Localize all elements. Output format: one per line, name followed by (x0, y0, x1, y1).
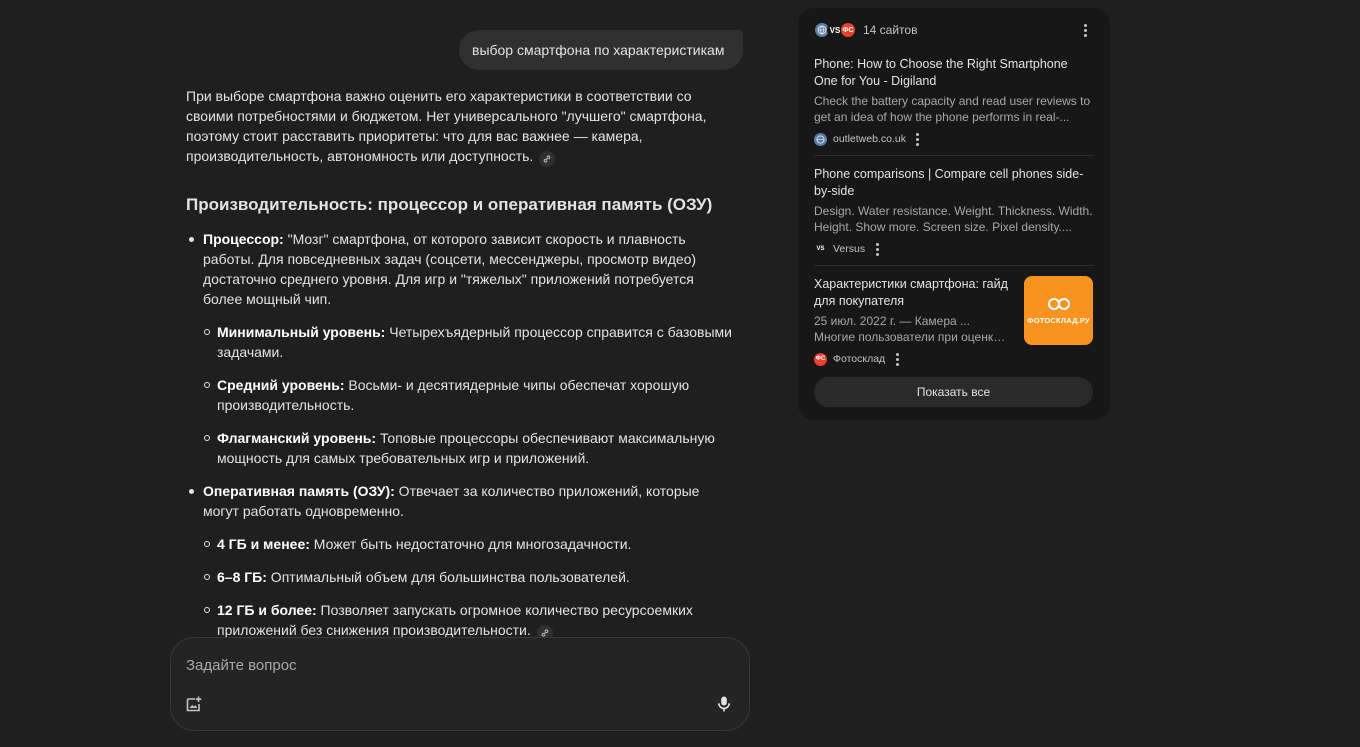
image-upload-button[interactable] (182, 692, 206, 716)
list-item: 6–8 ГБ: Оптимальный объем для большинств… (203, 567, 736, 587)
thumbnail-logo-text: ФОТОСКЛАД.РУ (1027, 315, 1090, 325)
sources-count: 14 сайтов (863, 23, 918, 37)
subitem-term: Флагманский уровень: (217, 430, 377, 446)
answer-body: При выборе смартфона важно оценить его х… (186, 86, 736, 654)
source-card[interactable]: Характеристики смартфона: гайд для покуп… (814, 276, 1094, 367)
sublist-processor: Минимальный уровень: Четырехъядерный про… (203, 322, 736, 468)
subitem-term: Минимальный уровень: (217, 324, 386, 340)
source-title[interactable]: Характеристики смартфона: гайд для покуп… (814, 276, 1009, 310)
add-image-icon (186, 696, 202, 712)
citation-link-icon[interactable] (539, 151, 556, 167)
ask-input[interactable] (186, 654, 706, 676)
microphone-button[interactable] (712, 692, 736, 716)
term-processor: Процессор: (203, 231, 284, 247)
source-domain: Фотосклад (833, 353, 886, 365)
source-meta: outletweb.co.uk (814, 131, 1094, 147)
sublist-ram: 4 ГБ и менее: Может быть недостаточно дл… (203, 534, 736, 641)
list-item-processor: Процессор: "Мозг" смартфона, от которого… (186, 229, 736, 468)
list-item: Минимальный уровень: Четырехъядерный про… (203, 322, 736, 362)
list-item-ram: Оперативная память (ОЗУ): Отвечает за ко… (186, 481, 736, 641)
source-card[interactable]: Phone: How to Choose the Right Smartphon… (814, 56, 1094, 147)
list-item: 12 ГБ и более: Позволяет запускать огром… (203, 600, 736, 641)
subitem-text: Может быть недостаточно для многозадачно… (309, 536, 632, 552)
answer-list: Процессор: "Мозг" смартфона, от которого… (186, 229, 736, 641)
more-options-icon[interactable] (912, 131, 924, 147)
source-snippet: Design. Water resistance. Weight. Thickn… (814, 204, 1093, 234)
list-item: 4 ГБ и менее: Может быть недостаточно дл… (203, 534, 736, 554)
source-meta: ФС Фотосклад (814, 351, 1094, 367)
subitem-term: 4 ГБ и менее: (217, 536, 310, 552)
fotosklad-logo-icon: ФС (814, 352, 827, 366)
source-favicons: VS ФС (814, 22, 856, 38)
section-heading: Производительность: процессор и оператив… (186, 195, 713, 214)
source-card[interactable]: Phone comparisons | Compare cell phones … (814, 166, 1094, 257)
term-ram: Оперативная память (ОЗУ): (203, 483, 395, 499)
subitem-term: 6–8 ГБ: (217, 569, 267, 585)
globe-icon (814, 132, 827, 146)
source-domain: Versus (833, 243, 866, 255)
source-title[interactable]: Phone: How to Choose the Right Smartphon… (814, 56, 1094, 90)
more-options-icon[interactable] (871, 241, 883, 257)
ask-box (170, 637, 750, 731)
sources-header[interactable]: VS ФС 14 сайтов (814, 21, 917, 39)
more-options-icon[interactable] (1079, 22, 1091, 38)
source-thumbnail[interactable]: ФОТОСКЛАД.РУ (1024, 276, 1093, 345)
versus-logo-icon: VS (814, 242, 827, 256)
list-item: Средний уровень: Восьми- и десятиядерные… (203, 375, 736, 415)
microphone-icon (718, 696, 730, 712)
divider (814, 265, 1094, 266)
sources-panel: VS ФС 14 сайтов Phone: How to Choose the… (798, 8, 1110, 420)
user-query-bubble: выбор смартфона по характеристикам (459, 30, 744, 70)
source-snippet: 25 июл. 2022 г. — Камера ... Многие поль… (814, 314, 1000, 344)
list-item: Флагманский уровень: Топовые процессоры … (203, 428, 736, 468)
show-all-button[interactable]: Показать все (814, 377, 1093, 407)
more-options-icon[interactable] (891, 351, 903, 367)
user-query-text: выбор смартфона по характеристикам (472, 42, 725, 58)
subitem-text: Оптимальный объем для большинства пользо… (266, 569, 630, 585)
source-text-block: Характеристики смартфона: гайд для покуп… (814, 276, 1009, 345)
fotosklad-logo-icon: ФОТОСКЛАД.РУ (1027, 297, 1090, 325)
answer-intro: При выборе смартфона важно оценить его х… (186, 86, 736, 167)
source-meta: VS Versus (814, 241, 1094, 257)
source-domain: outletweb.co.uk (833, 133, 906, 145)
fotosklad-logo-icon: ФС (840, 22, 856, 38)
answer-intro-text: При выборе смартфона важно оценить его х… (186, 88, 707, 164)
subitem-term: 12 ГБ и более: (217, 602, 317, 618)
source-title[interactable]: Phone comparisons | Compare cell phones … (814, 166, 1094, 200)
subitem-term: Средний уровень: (217, 377, 345, 393)
divider (814, 155, 1094, 156)
source-snippet: Check the battery capacity and read user… (814, 94, 1091, 124)
